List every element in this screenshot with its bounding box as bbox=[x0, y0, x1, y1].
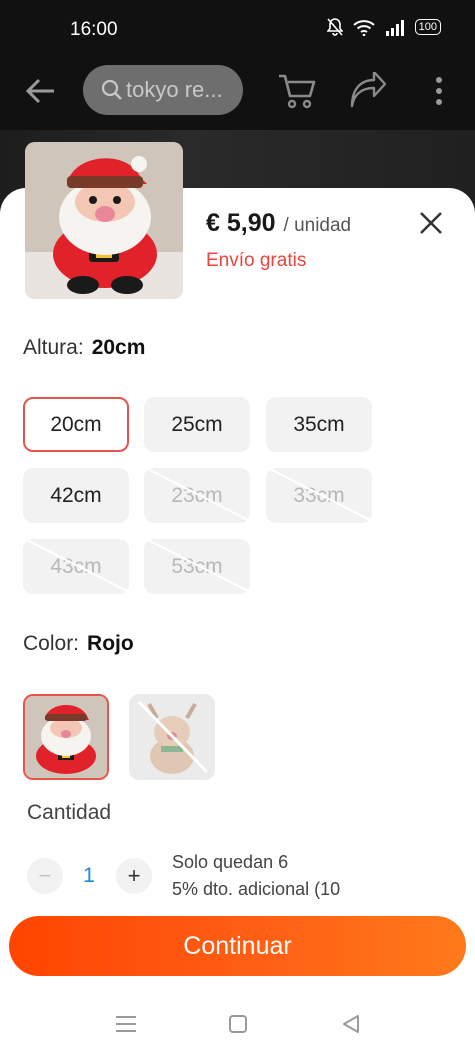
share-icon[interactable] bbox=[348, 72, 388, 110]
quantity-increment-button[interactable]: + bbox=[116, 858, 152, 894]
wifi-icon bbox=[352, 19, 375, 36]
status-icons: 100 bbox=[326, 18, 441, 36]
search-icon bbox=[101, 79, 123, 101]
color-attribute-row: Color: Rojo bbox=[23, 632, 134, 656]
quantity-value[interactable]: 1 bbox=[80, 864, 98, 888]
unit-price: € 5,90 bbox=[206, 209, 276, 237]
close-icon[interactable] bbox=[416, 208, 446, 238]
search-input[interactable]: tokyo re... bbox=[83, 65, 243, 115]
color-attribute-label: Color: bbox=[23, 632, 80, 655]
quantity-decrement-button[interactable]: − bbox=[27, 858, 63, 894]
size-attribute-label: Altura: bbox=[23, 336, 84, 359]
more-options-icon[interactable] bbox=[428, 74, 450, 108]
status-time: 16:00 bbox=[70, 19, 118, 40]
color-option-reindeer[interactable] bbox=[129, 694, 215, 780]
back-arrow-icon[interactable] bbox=[24, 74, 58, 108]
size-option-23cm[interactable]: 23cm bbox=[144, 468, 250, 523]
app-bar: tokyo re... bbox=[0, 62, 475, 120]
size-selected-value: 20cm bbox=[91, 336, 146, 359]
size-option-33cm[interactable]: 33cm bbox=[266, 468, 372, 523]
price-unit: / unidad bbox=[283, 215, 352, 236]
size-option-35cm[interactable]: 35cm bbox=[266, 397, 372, 452]
home-nav-icon[interactable] bbox=[225, 1012, 251, 1036]
continue-button[interactable]: Continuar bbox=[9, 916, 466, 976]
status-bar: 16:00 100 bbox=[0, 0, 475, 60]
size-option-25cm[interactable]: 25cm bbox=[144, 397, 250, 452]
size-option-20cm[interactable]: 20cm bbox=[23, 397, 129, 452]
search-placeholder: tokyo re... bbox=[126, 77, 223, 102]
size-option-43cm[interactable]: 43cm bbox=[23, 539, 129, 594]
cart-icon[interactable] bbox=[276, 70, 318, 112]
size-option-42cm[interactable]: 42cm bbox=[23, 468, 129, 523]
extra-discount-text: 5% dto. adicional (10 bbox=[172, 879, 341, 899]
mute-bell-icon bbox=[326, 18, 343, 36]
size-option-53cm[interactable]: 53cm bbox=[144, 539, 250, 594]
back-nav-icon[interactable] bbox=[338, 1012, 364, 1036]
quantity-label: Cantidad bbox=[27, 801, 112, 824]
menu-nav-icon[interactable] bbox=[113, 1012, 139, 1036]
system-nav-bar bbox=[0, 1000, 475, 1056]
color-selected-value: Rojo bbox=[87, 632, 134, 655]
product-thumbnail bbox=[25, 142, 183, 299]
stock-remaining-text: Solo quedan 6 bbox=[172, 852, 289, 872]
color-option-santa-red[interactable] bbox=[23, 694, 109, 780]
size-attribute-row: Altura: 20cm bbox=[23, 336, 145, 360]
price-row: € 5,90 / unidad bbox=[206, 209, 351, 238]
battery-icon: 100 bbox=[414, 19, 441, 35]
free-shipping-label: Envío gratis bbox=[206, 250, 307, 271]
stock-note: Solo quedan 6 5% dto. adicional (10 bbox=[172, 849, 340, 903]
signal-icon bbox=[385, 19, 404, 36]
